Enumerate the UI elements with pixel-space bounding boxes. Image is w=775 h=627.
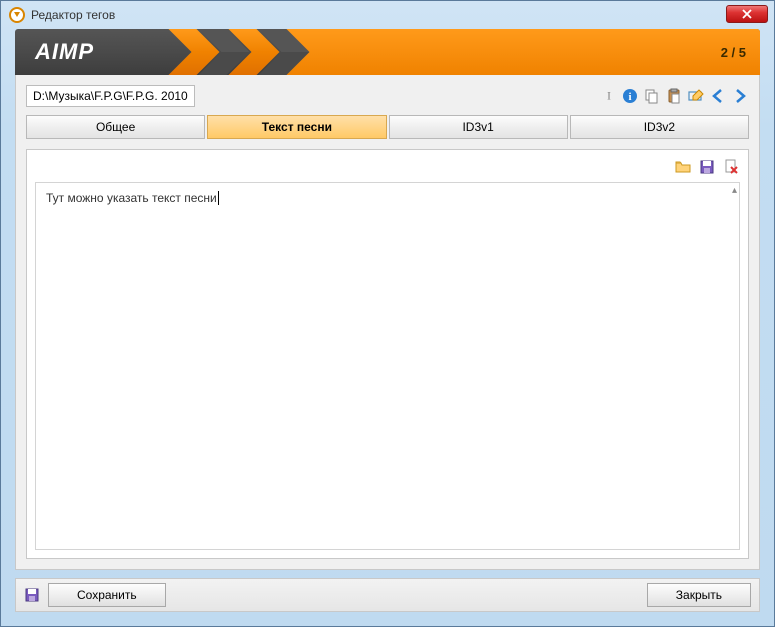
window-title: Редактор тегов [31, 8, 115, 22]
rename-icon [688, 88, 704, 104]
svg-text:i: i [628, 91, 631, 103]
path-container: I [26, 85, 617, 107]
footer-bar: Сохранить Закрыть [15, 578, 760, 612]
save-button[interactable]: Сохранить [48, 583, 166, 607]
floppy-icon [24, 587, 40, 603]
tab-lyrics[interactable]: Текст песни [207, 115, 386, 139]
content-area: I i Общее Текст песни ID3v1 [15, 75, 760, 570]
file-path-input[interactable] [26, 85, 195, 107]
save-lyrics-button[interactable] [698, 158, 716, 176]
app-icon [9, 7, 25, 23]
lyrics-text: Тут можно указать текст песни [46, 191, 217, 205]
prev-button[interactable] [709, 87, 727, 105]
app-logo: AIMP [35, 39, 94, 65]
scroll-up-icon[interactable]: ▴ [732, 185, 737, 196]
text-caret [218, 191, 219, 205]
save-icon-footer [24, 587, 40, 603]
copy-button[interactable] [643, 87, 661, 105]
floppy-icon [699, 159, 715, 175]
track-counter: 2 / 5 [721, 45, 746, 60]
editor-frame: Тут можно указать текст песни ▴ [26, 149, 749, 559]
tab-general[interactable]: Общее [26, 115, 205, 139]
arrow-right-icon [732, 88, 748, 104]
close-icon [742, 9, 752, 19]
editor-toolbar [35, 158, 740, 176]
info-button[interactable]: i [621, 87, 639, 105]
close-button[interactable]: Закрыть [647, 583, 751, 607]
arrow-left-icon [710, 88, 726, 104]
tab-bar: Общее Текст песни ID3v1 ID3v2 [26, 115, 749, 139]
paste-button[interactable] [665, 87, 683, 105]
info-icon: i [622, 88, 638, 104]
copy-icon [644, 88, 660, 104]
delete-lyrics-button[interactable] [722, 158, 740, 176]
tab-id3v1[interactable]: ID3v1 [389, 115, 568, 139]
rename-button[interactable] [687, 87, 705, 105]
next-button[interactable] [731, 87, 749, 105]
app-window: Редактор тегов AIMP 2 / 5 I i [0, 0, 775, 627]
delete-page-icon [723, 159, 739, 175]
open-lyrics-button[interactable] [674, 158, 692, 176]
close-window-button[interactable] [726, 5, 768, 23]
path-row: I i [26, 85, 749, 107]
tab-id3v2[interactable]: ID3v2 [570, 115, 749, 139]
chevrons-decoration [180, 29, 300, 75]
lyrics-textarea[interactable]: Тут можно указать текст песни ▴ [35, 182, 740, 550]
titlebar: Редактор тегов [1, 1, 774, 29]
open-folder-icon [675, 159, 691, 175]
header-band: AIMP 2 / 5 [15, 29, 760, 75]
paste-icon [666, 88, 682, 104]
text-cursor-icon: I [607, 89, 611, 104]
